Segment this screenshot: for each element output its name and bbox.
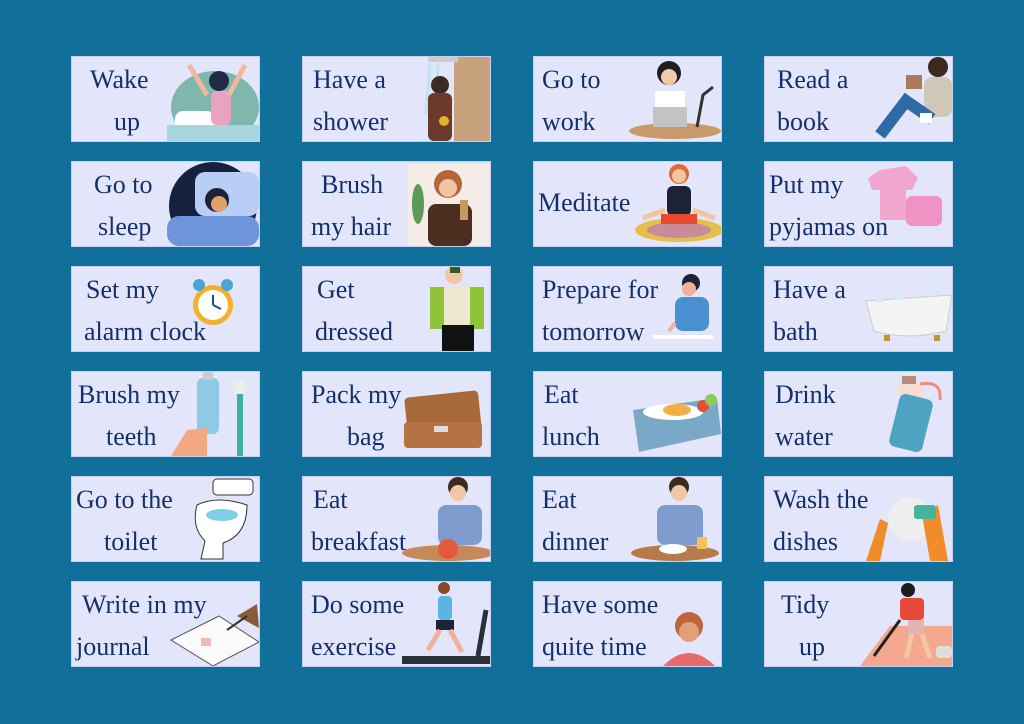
card-label: Have some quite time [534, 582, 721, 666]
card-label: Eat lunch [534, 372, 721, 456]
card-label-line2: breakfast [311, 527, 407, 556]
card-label: Go to the toilet [72, 477, 259, 561]
routine-card: Eat lunch [533, 371, 722, 457]
card-label-line2: dressed [315, 317, 393, 346]
routine-card: Write in my journal [71, 581, 260, 667]
card-label-line1: Prepare for [542, 275, 659, 304]
card-label: Eat breakfast [303, 477, 490, 561]
card-label-line1: Write in my [82, 590, 207, 619]
routine-card: Set my alarm clock [71, 266, 260, 352]
card-label: Drink water [765, 372, 952, 456]
card-label: Prepare for tomorrow [534, 267, 721, 351]
card-label: Set my alarm clock [72, 267, 259, 351]
routine-card: Read a book [764, 56, 953, 142]
card-label: Wake up [72, 57, 259, 141]
card-label: Read a book [765, 57, 952, 141]
routine-card: Wash the dishes [764, 476, 953, 562]
routine-card: Go to the toilet [71, 476, 260, 562]
card-label-line2: tomorrow [542, 317, 645, 346]
card-label: Tidy up [765, 582, 952, 666]
card-label: Brush my teeth [72, 372, 259, 456]
card-label-line1: Do some [311, 590, 405, 619]
card-label: Eat dinner [534, 477, 721, 561]
card-label: Pack my bag [303, 372, 490, 456]
routine-card: Brush my teeth [71, 371, 260, 457]
card-label-line1: Pack my [311, 380, 402, 409]
card-label: Get dressed [303, 267, 490, 351]
routine-card: Go to work [533, 56, 722, 142]
routine-card: Eat breakfast [302, 476, 491, 562]
card-label-line2: quite time [542, 632, 647, 661]
card-label-line2: bag [347, 422, 385, 451]
card-label-line1: Wake [90, 65, 149, 94]
card-label: Meditate [534, 162, 721, 246]
card-label-line2: up [799, 632, 825, 661]
card-label-line2: shower [313, 107, 389, 136]
routine-card: Have some quite time [533, 581, 722, 667]
card-label: Go to sleep [72, 162, 259, 246]
routine-card: Wake up [71, 56, 260, 142]
card-label: Put my pyjamas on [765, 162, 952, 246]
card-label-line2: dinner [542, 527, 609, 556]
card-label-line2: bath [773, 317, 818, 346]
routine-card: Go to sleep [71, 161, 260, 247]
routine-card: Drink water [764, 371, 953, 457]
card-label: Go to work [534, 57, 721, 141]
card-label-line1: Meditate [538, 188, 631, 217]
card-label: Do some exercise [303, 582, 490, 666]
card-label-line1: Go to [542, 65, 601, 94]
card-label-line1: Have a [313, 65, 386, 94]
card-label-line1: Set my [86, 275, 159, 304]
routine-card: Get dressed [302, 266, 491, 352]
card-label-line1: Put my [769, 170, 844, 199]
card-label-line1: Eat [542, 485, 577, 514]
card-label-line2: dishes [773, 527, 838, 556]
card-label-line1: Have a [773, 275, 846, 304]
routine-card: Prepare for tomorrow [533, 266, 722, 352]
card-label-line1: Have some [542, 590, 659, 619]
card-label-line1: Brush my [78, 380, 180, 409]
card-label-line2: book [777, 107, 829, 136]
routine-card: Tidy up [764, 581, 953, 667]
card-label-line2: sleep [98, 212, 152, 241]
card-label-line2: toilet [104, 527, 158, 556]
card-label-line2: teeth [106, 422, 157, 451]
card-label-line1: Brush [321, 170, 384, 199]
card-label: Have a shower [303, 57, 490, 141]
card-label-line2: journal [76, 632, 150, 661]
card-label: Write in my journal [72, 582, 259, 666]
card-label-line2: alarm clock [84, 317, 206, 346]
card-label-line2: water [775, 422, 833, 451]
routine-card: Pack my bag [302, 371, 491, 457]
routine-card: Have a bath [764, 266, 953, 352]
card-label-line2: up [114, 107, 140, 136]
routine-card: Meditate [533, 161, 722, 247]
routine-card: Do some exercise [302, 581, 491, 667]
card-label-line1: Eat [313, 485, 348, 514]
routine-card: Have a shower [302, 56, 491, 142]
card-label-line1: Read a [777, 65, 849, 94]
card-label-line1: Get [317, 275, 355, 304]
card-label: Have a bath [765, 267, 952, 351]
card-label-line1: Go to [94, 170, 153, 199]
card-label-line2: lunch [542, 422, 600, 451]
card-label-line1: Go to the [76, 485, 173, 514]
card-label-line1: Tidy [781, 590, 830, 619]
card-label: Wash the dishes [765, 477, 952, 561]
card-label-line1: Eat [544, 380, 579, 409]
card-label-line1: Drink [775, 380, 836, 409]
routine-card: Brush my hair [302, 161, 491, 247]
routine-card: Eat dinner [533, 476, 722, 562]
card-label-line2: work [542, 107, 596, 136]
card-label-line1: Wash the [773, 485, 869, 514]
card-label-line2: exercise [311, 632, 397, 661]
card-label: Brush my hair [303, 162, 490, 246]
card-label-line2: pyjamas on [769, 212, 889, 241]
routine-card: Put my pyjamas on [764, 161, 953, 247]
card-label-line2: my hair [311, 212, 392, 241]
